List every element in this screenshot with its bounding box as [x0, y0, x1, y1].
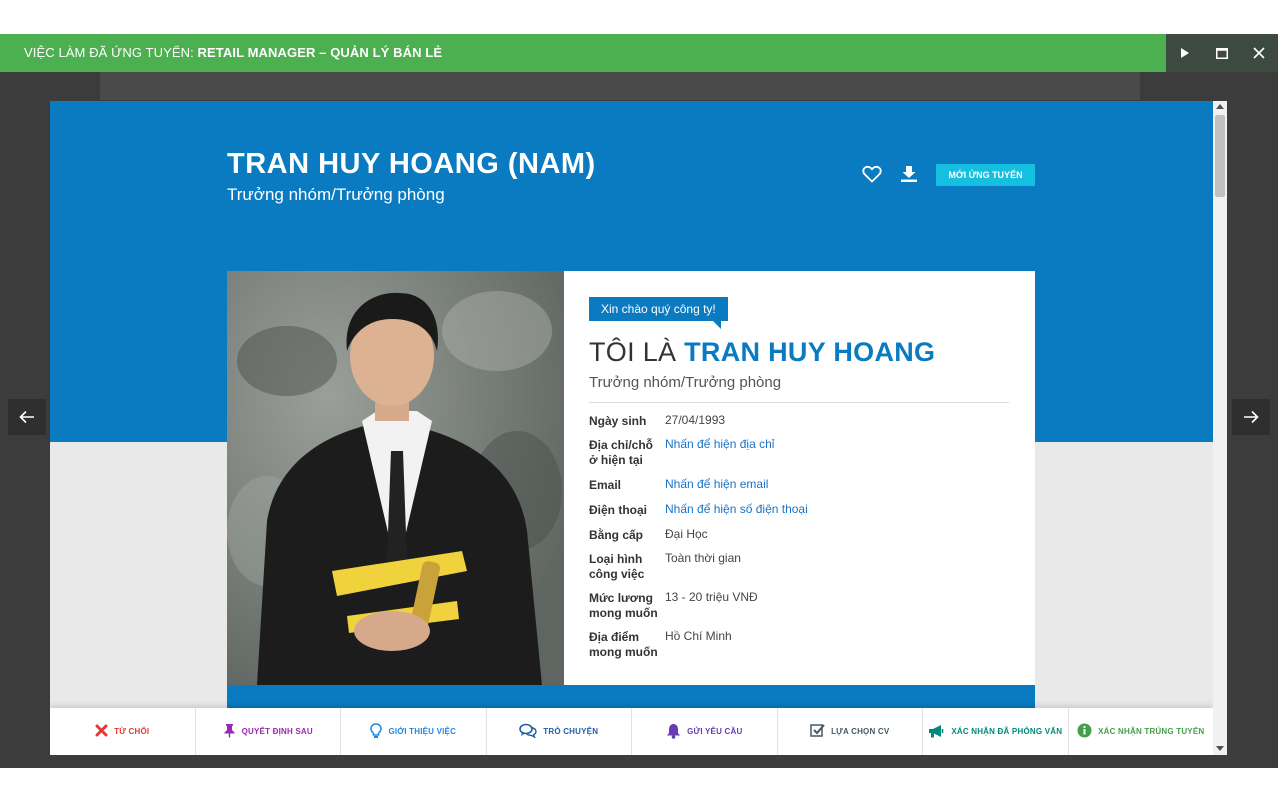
next-arrow-icon[interactable]: [1232, 399, 1270, 435]
close-icon[interactable]: [1240, 34, 1277, 72]
field-value-salary: 13 - 20 triệu VNĐ: [665, 590, 758, 604]
top-bar-job-title: RETAIL MANAGER – QUẢN LÝ BÁN LẺ: [197, 45, 443, 60]
action-bar: TỪ CHỐI QUYẾT ĐỊNH SAU GIỚI THIỆU VIỆC T…: [50, 708, 1213, 755]
lightbulb-icon: [370, 722, 383, 741]
field-label-email: Email: [589, 478, 622, 492]
intro-prefix: TÔI LÀ: [589, 337, 677, 367]
modal-scrollbar[interactable]: [1213, 101, 1227, 755]
download-icon[interactable]: [900, 165, 918, 185]
previous-arrow-icon[interactable]: [8, 399, 46, 435]
field-value-location: Hồ Chí Minh: [665, 629, 732, 643]
cv-modal: TRAN HUY HOANG (NAM) Trưởng nhóm/Trưởng …: [50, 101, 1227, 755]
play-icon[interactable]: [1166, 34, 1203, 72]
cv-card: Xin chào quý công ty! TÔI LÀ TRAN HUY HO…: [227, 271, 1035, 685]
megaphone-icon: [928, 724, 945, 740]
x-icon: [95, 724, 108, 739]
field-label-address: Địa chỉ/chỗ ở hiện tại: [589, 438, 654, 467]
field-label-location: Địa điểm mong muốn: [589, 630, 658, 659]
greeting-badge-tail: [713, 321, 721, 329]
field-value-job-type: Toàn thời gian: [665, 551, 741, 565]
confirm-hired-label: XÁC NHẬN TRÚNG TUYỂN: [1098, 727, 1205, 736]
select-cv-label: LỰA CHỌN CV: [831, 727, 890, 736]
chat-label: TRÒ CHUYỆN: [543, 727, 599, 736]
reject-button[interactable]: TỪ CHỐI: [50, 708, 196, 755]
scroll-up-icon[interactable]: [1216, 104, 1224, 109]
scrollbar-thumb[interactable]: [1215, 115, 1225, 197]
pin-icon: [223, 723, 236, 740]
show-phone-link[interactable]: Nhấn để hiện số điện thoại: [665, 502, 808, 517]
intro-heading: TÔI LÀ TRAN HUY HOANG: [589, 337, 935, 368]
field-label-phone: Điện thoại: [589, 503, 648, 517]
bell-icon: [666, 723, 681, 741]
select-cv-button[interactable]: LỰA CHỌN CV: [778, 708, 923, 755]
decide-later-button[interactable]: QUYẾT ĐỊNH SAU: [196, 708, 341, 755]
recommend-job-button[interactable]: GIỚI THIỆU VIỆC: [341, 708, 487, 755]
candidate-photo: [227, 271, 564, 685]
field-label-job-type: Loại hình công việc: [589, 552, 645, 581]
top-bar: VIỆC LÀM ĐÃ ỨNG TUYỂN: RETAIL MANAGER – …: [0, 34, 1278, 72]
greeting-badge: Xin chào quý công ty!: [589, 297, 728, 321]
reject-label: TỪ CHỐI: [114, 727, 150, 736]
confirm-interviewed-button[interactable]: XÁC NHẬN ĐÃ PHỎNG VẤN: [923, 708, 1069, 755]
candidate-position: Trưởng nhóm/Trưởng phòng: [227, 185, 445, 204]
show-address-link[interactable]: Nhấn để hiện địa chỉ: [665, 437, 774, 452]
scroll-down-icon[interactable]: [1216, 746, 1224, 751]
top-bar-title: VIỆC LÀM ĐÃ ỨNG TUYỂN: RETAIL MANAGER – …: [24, 34, 442, 72]
heart-icon[interactable]: [862, 165, 882, 185]
status-button[interactable]: MỚI ỨNG TUYỂN: [936, 164, 1035, 186]
intro-role: Trưởng nhóm/Trưởng phòng: [589, 374, 782, 391]
field-value-degree: Đại Học: [665, 527, 708, 541]
send-request-button[interactable]: GỬI YÊU CẦU: [632, 708, 778, 755]
send-request-label: GỬI YÊU CẦU: [687, 727, 743, 736]
confirm-interviewed-label: XÁC NHẬN ĐÃ PHỎNG VẤN: [951, 727, 1063, 736]
maximize-icon[interactable]: [1203, 34, 1240, 72]
recommend-job-label: GIỚI THIỆU VIỆC: [388, 727, 457, 736]
background-page: [100, 72, 1140, 100]
intro-name: TRAN HUY HOANG: [684, 337, 936, 367]
chat-button[interactable]: TRÒ CHUYỆN: [487, 708, 632, 755]
candidate-name: TRAN HUY HOANG (NAM): [227, 148, 596, 180]
field-label-salary: Mức lương mong muốn: [589, 591, 658, 620]
chat-icon: [519, 723, 537, 740]
field-label-degree: Bằng cấp: [589, 528, 644, 542]
divider: [589, 402, 1009, 403]
window-controls: [1166, 34, 1278, 72]
show-email-link[interactable]: Nhấn để hiện email: [665, 477, 768, 492]
decide-later-label: QUYẾT ĐỊNH SAU: [241, 727, 313, 736]
field-label-birthdate: Ngày sinh: [589, 414, 647, 428]
top-bar-prefix: VIỆC LÀM ĐÃ ỨNG TUYỂN:: [24, 45, 194, 60]
checkbox-icon: [810, 723, 825, 740]
field-value-birthdate: 27/04/1993: [665, 413, 726, 427]
confirm-hired-button[interactable]: XÁC NHẬN TRÚNG TUYỂN: [1069, 708, 1214, 755]
info-icon: [1077, 723, 1092, 740]
